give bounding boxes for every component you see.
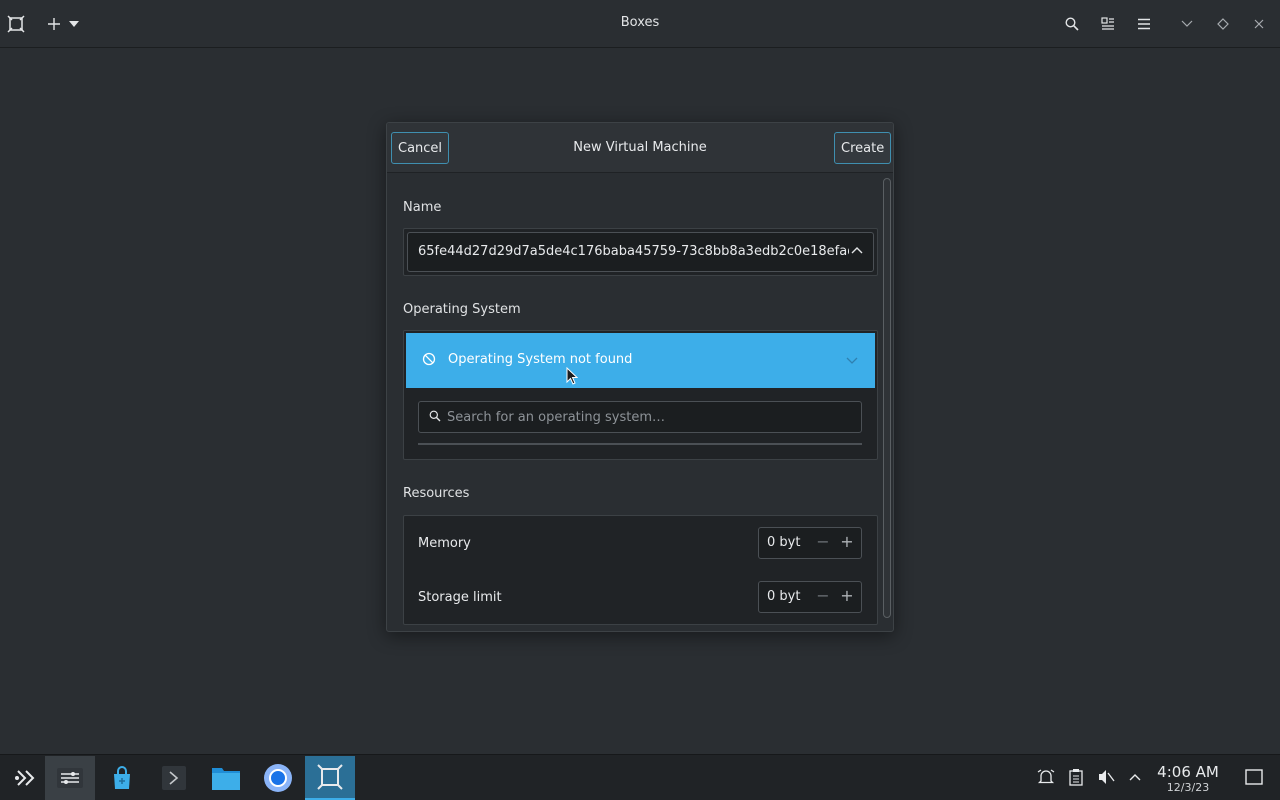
new-vm-dialog: Cancel New Virtual Machine Create Name 6… — [386, 122, 894, 632]
view-toggle-icon[interactable] — [1098, 14, 1118, 34]
storage-increment-icon[interactable]: + — [837, 586, 857, 608]
os-frame: Operating System not found — [403, 330, 878, 460]
resources-section-label: Resources — [403, 486, 470, 501]
name-field-value: 65fe44d27d29d7a5de4c176baba45759-73c8bb8… — [418, 244, 858, 259]
resources-frame: Memory 0 byt − + Storage limit 0 byt − + — [403, 515, 878, 625]
os-not-found-icon — [422, 352, 436, 370]
maximize-icon[interactable] — [1213, 14, 1233, 34]
memory-label: Memory — [418, 536, 471, 551]
mouse-cursor — [566, 366, 579, 389]
show-desktop-icon[interactable] — [1244, 767, 1264, 787]
name-section-label: Name — [403, 200, 442, 215]
memory-value[interactable]: 0 byt — [767, 535, 800, 550]
dolphin-files-icon[interactable] — [201, 756, 251, 800]
dialog-scrollbar[interactable] — [883, 178, 891, 618]
chevron-up-icon[interactable] — [1125, 767, 1145, 787]
storage-spinbox[interactable]: 0 byt − + — [758, 581, 862, 613]
os-section-label: Operating System — [403, 302, 521, 317]
minimize-icon[interactable] — [1177, 14, 1197, 34]
window-title: Boxes — [620, 15, 660, 30]
storage-label: Storage limit — [418, 590, 502, 605]
application-launcher-icon[interactable] — [0, 756, 50, 800]
memory-increment-icon[interactable]: + — [837, 532, 857, 554]
search-icon[interactable] — [1062, 14, 1082, 34]
system-settings-icon[interactable] — [45, 756, 95, 800]
os-selected-label: Operating System not found — [448, 352, 633, 367]
clipboard-icon[interactable] — [1066, 767, 1086, 787]
discover-store-icon[interactable] — [97, 756, 147, 800]
search-icon — [429, 410, 441, 426]
konsole-icon[interactable] — [149, 756, 199, 800]
clock-date[interactable]: 12/3/23 — [1150, 781, 1226, 794]
memory-decrement-icon[interactable]: − — [813, 532, 833, 554]
os-selector[interactable]: Operating System not found — [406, 333, 875, 388]
name-field[interactable]: 65fe44d27d29d7a5de4c176baba45759-73c8bb8… — [407, 232, 874, 272]
memory-spinbox[interactable]: 0 byt − + — [758, 527, 862, 559]
storage-value[interactable]: 0 byt — [767, 589, 800, 604]
storage-decrement-icon[interactable]: − — [813, 586, 833, 608]
dialog-title: New Virtual Machine — [573, 140, 707, 155]
boxes-taskbar-icon[interactable] — [305, 756, 355, 800]
volume-muted-icon[interactable] — [1096, 767, 1116, 787]
notifications-icon[interactable] — [1036, 767, 1056, 787]
name-frame: 65fe44d27d29d7a5de4c176baba45759-73c8bb8… — [403, 228, 878, 276]
os-search-box[interactable] — [418, 401, 862, 433]
dialog-header: Cancel New Virtual Machine Create — [387, 123, 893, 173]
hamburger-menu-icon[interactable] — [1134, 14, 1154, 34]
chevron-down-icon[interactable] — [846, 354, 858, 369]
create-button[interactable]: Create — [834, 132, 892, 164]
chromium-browser-icon[interactable] — [253, 756, 303, 800]
os-list-divider — [418, 443, 862, 445]
clock-time[interactable]: 4:06 AM — [1150, 763, 1226, 781]
close-icon[interactable] — [1249, 14, 1269, 34]
os-search-input[interactable] — [447, 408, 847, 426]
clear-name-icon[interactable] — [849, 243, 867, 261]
title-bar: Boxes — [0, 0, 1280, 48]
